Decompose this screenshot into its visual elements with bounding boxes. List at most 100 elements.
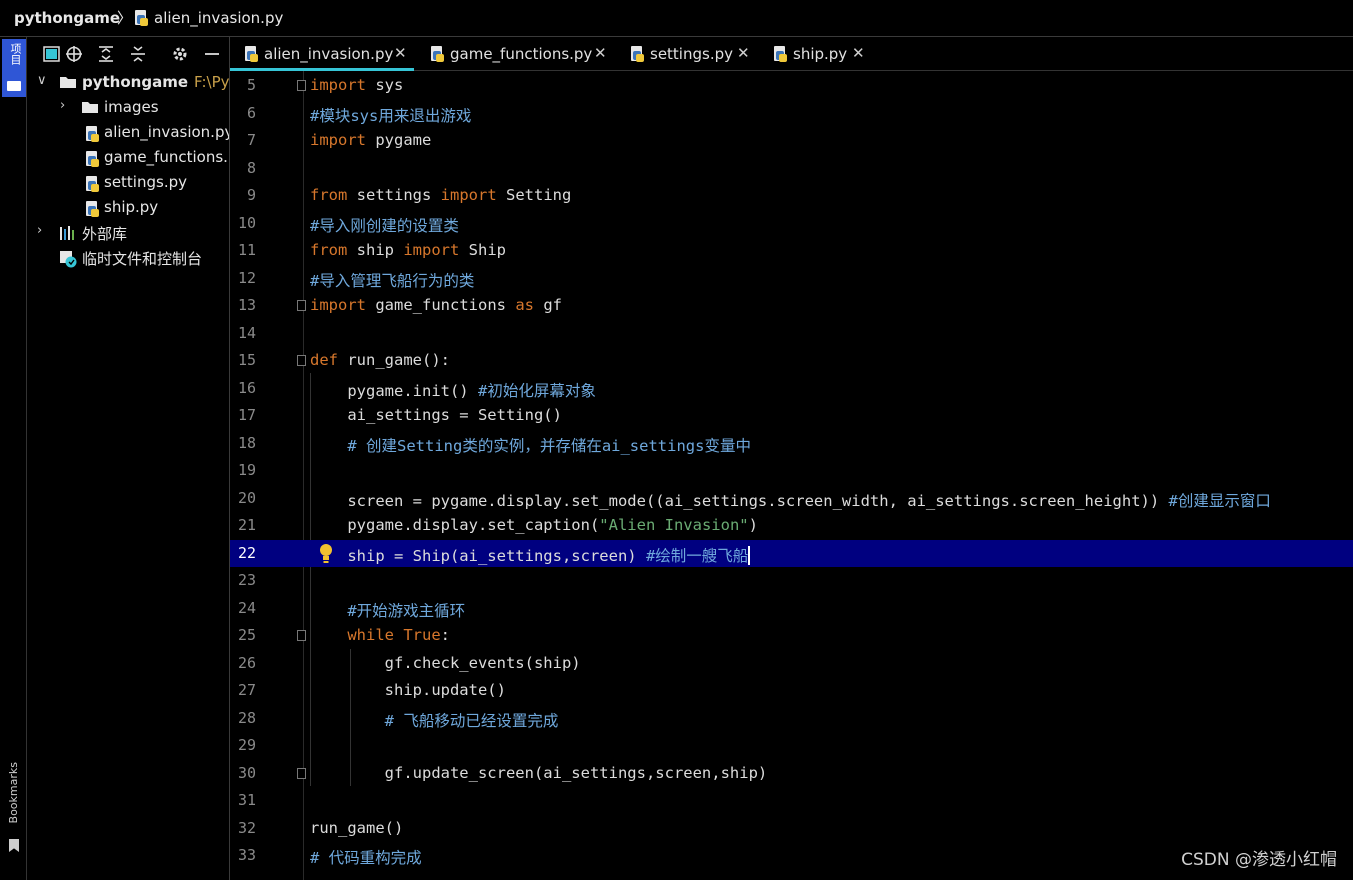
code-text: pygame.init() #初始化屏幕对象 <box>310 381 596 400</box>
close-icon[interactable]: ✕ <box>852 44 865 62</box>
expand-all-icon[interactable] <box>97 45 115 63</box>
tab-settings[interactable]: settings.py ✕ <box>616 37 756 71</box>
line-number: 10 <box>237 213 256 232</box>
code-line[interactable]: 26 gf.check_events(ship) <box>230 650 1353 678</box>
chevron-right-icon[interactable]: › <box>37 223 42 238</box>
library-icon <box>59 225 77 245</box>
line-number: 16 <box>237 378 256 397</box>
code-line[interactable]: 24 #开始游戏主循环 <box>230 595 1353 623</box>
tab-alien-invasion[interactable]: alien_invasion.py ✕ <box>230 37 414 71</box>
line-number: 8 <box>246 158 256 177</box>
code-text: ai_settings = Setting() <box>310 406 562 424</box>
chevron-right-icon[interactable]: › <box>60 98 65 113</box>
breadcrumb-project[interactable]: pythongame <box>14 9 120 27</box>
bookmarks-tool-label: Bookmarks <box>7 762 20 824</box>
fold-marker-icon[interactable] <box>297 300 306 311</box>
code-text: from settings import Setting <box>310 186 572 204</box>
fold-marker-icon[interactable] <box>297 767 306 779</box>
tree-item-images[interactable]: › images <box>27 96 229 121</box>
close-icon[interactable]: ✕ <box>737 44 750 62</box>
code-line[interactable]: 5 import sys <box>230 72 1353 100</box>
code-line[interactable]: 16 pygame.init() #初始化屏幕对象 <box>230 375 1353 403</box>
code-text: def run_game(): <box>310 351 450 369</box>
watermark: CSDN @渗透小红帽 <box>1181 850 1337 870</box>
line-number: 19 <box>237 461 256 479</box>
code-line[interactable]: 22 ship = Ship(ai_settings,screen) #绘制一艘… <box>230 539 1353 567</box>
bookmarks-tool-window-button[interactable]: Bookmarks <box>3 762 25 857</box>
folder-icon <box>59 75 77 93</box>
folder-icon <box>7 81 21 91</box>
code-text: import sys <box>310 76 404 94</box>
code-line[interactable]: 32 run_game() <box>230 815 1353 843</box>
code-line[interactable]: 11 from ship import Ship <box>230 237 1353 265</box>
tree-item-label: alien_invasion.py <box>104 123 230 141</box>
code-text: import game_functions as gf <box>310 296 562 314</box>
code-line[interactable]: 21 pygame.display.set_caption("Alien Inv… <box>230 512 1353 540</box>
code-line[interactable]: 12 #导入管理飞船行为的类 <box>230 265 1353 293</box>
tree-item-scratches[interactable]: 临时文件和控制台 <box>27 246 229 271</box>
code-text: while True: <box>347 626 451 644</box>
tab-ship[interactable]: ship.py ✕ <box>759 37 879 71</box>
code-line[interactable]: 10 #导入刚创建的设置类 <box>230 210 1353 238</box>
tree-item-project-root[interactable]: ∨ pythongame F:\Pyt <box>27 71 229 96</box>
fold-marker-icon[interactable] <box>297 630 306 641</box>
code-line[interactable]: 15 def run_game(): <box>230 347 1353 375</box>
code-text: from ship import Ship <box>310 241 506 259</box>
gear-icon[interactable] <box>171 45 189 63</box>
code-line[interactable]: 8 <box>230 155 1353 183</box>
fold-marker-icon[interactable] <box>297 355 306 366</box>
tree-item-game-functions[interactable]: game_functions.py <box>27 146 229 171</box>
code-line[interactable]: 7 import pygame <box>230 127 1353 155</box>
code-line[interactable]: 18 # 创建Setting类的实例，并存储在ai_settings变量中 <box>230 430 1353 458</box>
code-line[interactable]: 6 #模块sys用来退出游戏 <box>230 100 1353 128</box>
code-line[interactable]: 17 ai_settings = Setting() <box>230 402 1353 430</box>
code-text: ship.update() <box>310 681 506 699</box>
breadcrumb-separator: 〉 <box>117 9 133 27</box>
line-number: 25 <box>237 626 256 644</box>
code-line[interactable]: 28 # 飞船移动已经设置完成 <box>230 705 1353 733</box>
code-line[interactable]: 9 from settings import Setting <box>230 182 1353 210</box>
minimize-icon[interactable] <box>203 45 221 63</box>
code-text: #开始游戏主循环 <box>347 601 466 620</box>
tree-item-label: 外部库 <box>82 225 128 243</box>
code-line[interactable]: 29 <box>230 732 1353 760</box>
tab-game-functions[interactable]: game_functions.py ✕ <box>416 37 612 71</box>
code-line[interactable]: 14 <box>230 320 1353 348</box>
code-line[interactable]: 30 gf.update_screen(ai_settings,screen,s… <box>230 760 1353 788</box>
tree-item-ship[interactable]: ship.py <box>27 196 229 221</box>
code-editor[interactable]: 5 import sys 6 #模块sys用来退出游戏 7 import pygame 8 9… <box>230 71 1353 880</box>
code-text: #导入刚创建的设置类 <box>310 216 459 235</box>
tree-item-alien-invasion[interactable]: alien_invasion.py <box>27 121 230 146</box>
code-line[interactable]: 19 <box>230 457 1353 485</box>
close-icon[interactable]: ✕ <box>594 44 607 62</box>
breadcrumb-file[interactable]: alien_invasion.py <box>154 9 283 27</box>
collapse-all-icon[interactable] <box>129 45 147 63</box>
tab-label: settings.py <box>650 45 733 63</box>
tree-item-external-libraries[interactable]: › 外部库 <box>27 221 229 246</box>
locate-icon[interactable] <box>65 45 83 63</box>
chevron-down-icon[interactable]: ∨ <box>37 73 47 88</box>
tree-item-label: pythongame <box>82 73 189 91</box>
close-icon[interactable]: ✕ <box>394 44 407 62</box>
line-number: 12 <box>237 268 256 287</box>
code-text: # 飞船移动已经设置完成 <box>384 711 559 730</box>
code-line[interactable]: 13 import game_functions as gf <box>230 292 1353 320</box>
line-number: 9 <box>246 186 256 204</box>
tree-item-settings[interactable]: settings.py <box>27 171 229 196</box>
code-line[interactable]: 25 while True: <box>230 622 1353 650</box>
code-line[interactable]: 31 <box>230 787 1353 815</box>
code-text: # 代码重构完成 <box>310 849 422 867</box>
code-text: # 创建Setting类的实例，并存储在ai_settings变量中 <box>347 436 751 455</box>
line-number: 18 <box>237 433 256 452</box>
code-line[interactable]: 20 screen = pygame.display.set_mode((ai_… <box>230 485 1353 513</box>
tab-label: game_functions.py <box>450 45 593 63</box>
line-number: 7 <box>246 131 256 149</box>
code-line[interactable]: 23 <box>230 567 1353 595</box>
bookmark-icon <box>9 839 19 852</box>
code-line[interactable]: 27 ship.update() <box>230 677 1353 705</box>
fold-marker-icon[interactable] <box>297 80 306 91</box>
code-text: screen = pygame.display.set_mode((ai_set… <box>310 491 1271 510</box>
select-opened-file-icon[interactable] <box>43 45 61 63</box>
project-tool-window-button[interactable]: 项目 <box>2 39 26 97</box>
code-text: gf.check_events(ship) <box>310 653 581 672</box>
